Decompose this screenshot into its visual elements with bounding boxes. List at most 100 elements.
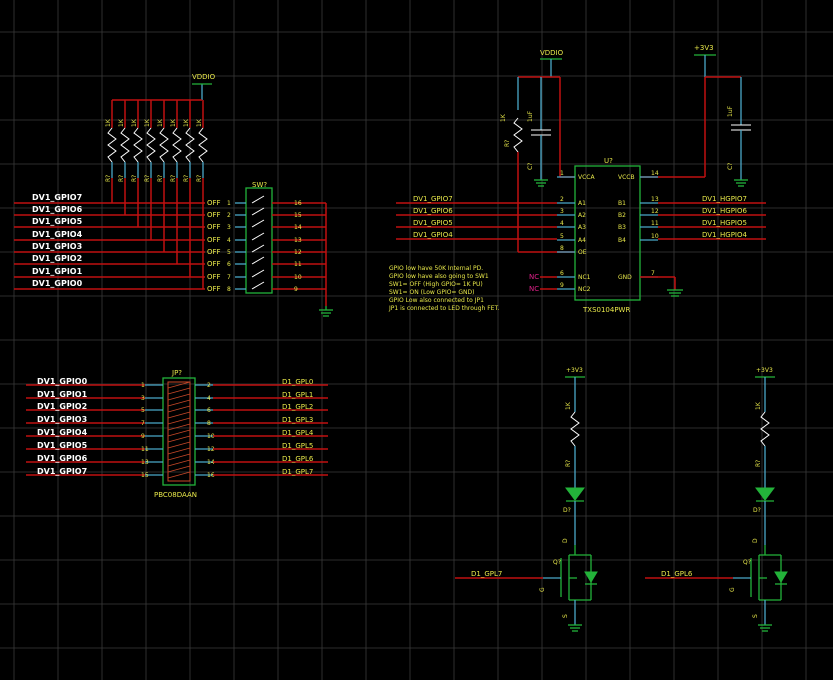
pullup-ref: R? — [170, 175, 177, 182]
ic-pin-number: 2 — [560, 196, 564, 203]
jumper-left-net: DV1_GPIO5 — [37, 441, 88, 450]
jumper-pin-number: 9 — [141, 433, 145, 440]
ic-output-net: DV1_HGPIO6 — [702, 207, 747, 215]
led-driver-1[interactable]: +3V3 1K R? D? D S Q? G D1_GPL7 — [455, 367, 598, 632]
jumper-pin-number: 8 — [207, 420, 211, 427]
design-notes: GPIO low have 50K Internal PD.GPIO low h… — [388, 265, 499, 312]
pullup-value: 1K — [183, 118, 190, 127]
jumper-pin-number: 3 — [141, 395, 145, 402]
ls-cap-b-value: 1uF — [727, 105, 734, 117]
net-label: DV1_GPIO1 — [32, 267, 83, 276]
pullup-value: 1K — [118, 118, 125, 127]
fet-gate-label: G — [729, 587, 736, 592]
fet-ref: Q? — [743, 559, 751, 566]
switch-pin-number: 13 — [294, 237, 302, 244]
ic-pin-name: B3 — [618, 224, 626, 231]
jumper-right-net: D1_GPL3 — [282, 416, 313, 424]
ic-pin-name: B4 — [618, 237, 626, 244]
switch-pin-number: 12 — [294, 249, 302, 256]
switch-pin-number: 14 — [294, 224, 302, 231]
switch-pin-number: 9 — [294, 286, 298, 293]
jumper-left-net: DV1_GPIO1 — [37, 390, 88, 399]
jumper-pin-number: 13 — [141, 459, 149, 466]
pullup-ref: R? — [144, 175, 151, 182]
ic-output-net: DV1_HGPIO5 — [702, 219, 747, 227]
ic-pin-number: 11 — [651, 220, 659, 227]
jumper-pin-number: 15 — [141, 472, 149, 479]
ic-input-net: DV1_GPIO5 — [413, 219, 453, 227]
ic-ref: U? — [604, 157, 613, 165]
switch-pin-number: 15 — [294, 212, 302, 219]
net-label: DV1_GPIO6 — [32, 205, 83, 214]
jumper-left-net: DV1_GPIO6 — [37, 454, 88, 463]
net-label: DV1_GPIO3 — [32, 242, 82, 251]
ic-pin-number: 10 — [651, 233, 659, 240]
note-line: GPIO low have 50K Internal PD. — [389, 265, 483, 272]
jumper-ref: JP? — [171, 369, 182, 377]
switch-pin-number: 8 — [227, 286, 231, 293]
jumper-right-net: D1_GPL2 — [282, 403, 313, 411]
ic-pin-name: NC2 — [578, 286, 591, 293]
pullup-ref: R? — [131, 175, 138, 182]
switch-off-label: OFF — [207, 236, 221, 244]
schematic-canvas[interactable]: VDDIO 1K R? 1K R? 1K R? 1K R? 1K R? 1K R? 1K R? 1K R? S… — [0, 0, 833, 680]
ic-pin-number: 4 — [560, 220, 564, 227]
jumper-left-net: DV1_GPIO2 — [37, 402, 87, 411]
ic-pin-name: A2 — [578, 212, 586, 219]
note-line: GPIO low have also going to SW1 — [389, 273, 489, 280]
jumper-left-net: DV1_GPIO7 — [37, 467, 87, 476]
led-ref: D? — [563, 507, 571, 514]
ic-pin-number: 13 — [651, 196, 659, 203]
jumper-pin-number: 7 — [141, 420, 145, 427]
led-driver-2[interactable]: +3V3 1K R? D? D S Q? G D1_GPL6 — [645, 367, 788, 632]
pullup-value: 1K — [131, 118, 138, 127]
fet-source-label: S — [752, 614, 759, 618]
fet-gate-net: D1_GPL6 — [661, 570, 693, 578]
ic-pin-number: 14 — [651, 170, 659, 177]
net-label: DV1_GPIO4 — [32, 230, 83, 239]
ic-pin-number: 1 — [560, 170, 564, 177]
switch-pin-number: 11 — [294, 261, 302, 268]
jumper-left-net: DV1_GPIO4 — [37, 428, 88, 437]
ic-pin-number: 6 — [560, 270, 564, 277]
switch-pin-number: 4 — [227, 237, 231, 244]
ic-pin-name: VCCB — [618, 174, 635, 181]
ground-symbol — [319, 306, 333, 317]
pullup-ref: R? — [118, 175, 125, 182]
ic-pin-name: OE — [578, 249, 587, 256]
ic-pin-name: NC1 — [578, 274, 591, 281]
nc-marker: NC — [529, 273, 539, 281]
jumper-right-net: D1_GPL7 — [282, 468, 313, 476]
pullup-ref: R? — [183, 175, 190, 182]
ic-pin-name: A3 — [578, 224, 586, 231]
ls-res-ref: R? — [504, 140, 511, 147]
switch-off-label: OFF — [207, 248, 221, 256]
note-line: SW1= OFF (High GPIO= 1K PU) — [389, 281, 483, 288]
net-label: DV1_GPIO7 — [32, 193, 82, 202]
switch-pin-number: 6 — [227, 261, 231, 268]
pullup-value: 1K — [170, 118, 177, 127]
ic-input-net: DV1_GPIO7 — [413, 195, 453, 203]
ic-pin-name: B2 — [618, 212, 626, 219]
ic-pin-number: 12 — [651, 208, 659, 215]
jumper-left-net: DV1_GPIO0 — [37, 377, 88, 386]
switch-off-label: OFF — [207, 260, 221, 268]
net-label: DV1_GPIO0 — [32, 279, 83, 288]
ic-part: TXS0104PWR — [582, 306, 630, 314]
jumper-right-net: D1_GPL4 — [282, 429, 314, 437]
led-res-ref: R? — [565, 460, 572, 467]
jumper-pin-number: 1 — [141, 382, 145, 389]
nc-marker: NC — [529, 285, 539, 293]
switch-off-label: OFF — [207, 285, 221, 293]
jumper-left-net: DV1_GPIO3 — [37, 415, 87, 424]
ic-output-net: DV1_HGPIO7 — [702, 195, 747, 203]
fet-source-label: S — [562, 614, 569, 618]
net-label: DV1_GPIO5 — [32, 217, 83, 226]
ic-pin-name: GND — [618, 274, 632, 281]
jumper-pin-number: 5 — [141, 407, 145, 414]
led-supply-label: +3V3 — [566, 367, 583, 374]
led-res-value: 1K — [755, 401, 762, 410]
jumper-block[interactable]: JP? PBC08DAAN DV1_GPIO0 1 2 D1_GPL0 DV1_GPIO… — [26, 369, 328, 499]
ic-pin-number: 3 — [560, 208, 564, 215]
fet-drain-label: D — [562, 538, 569, 543]
